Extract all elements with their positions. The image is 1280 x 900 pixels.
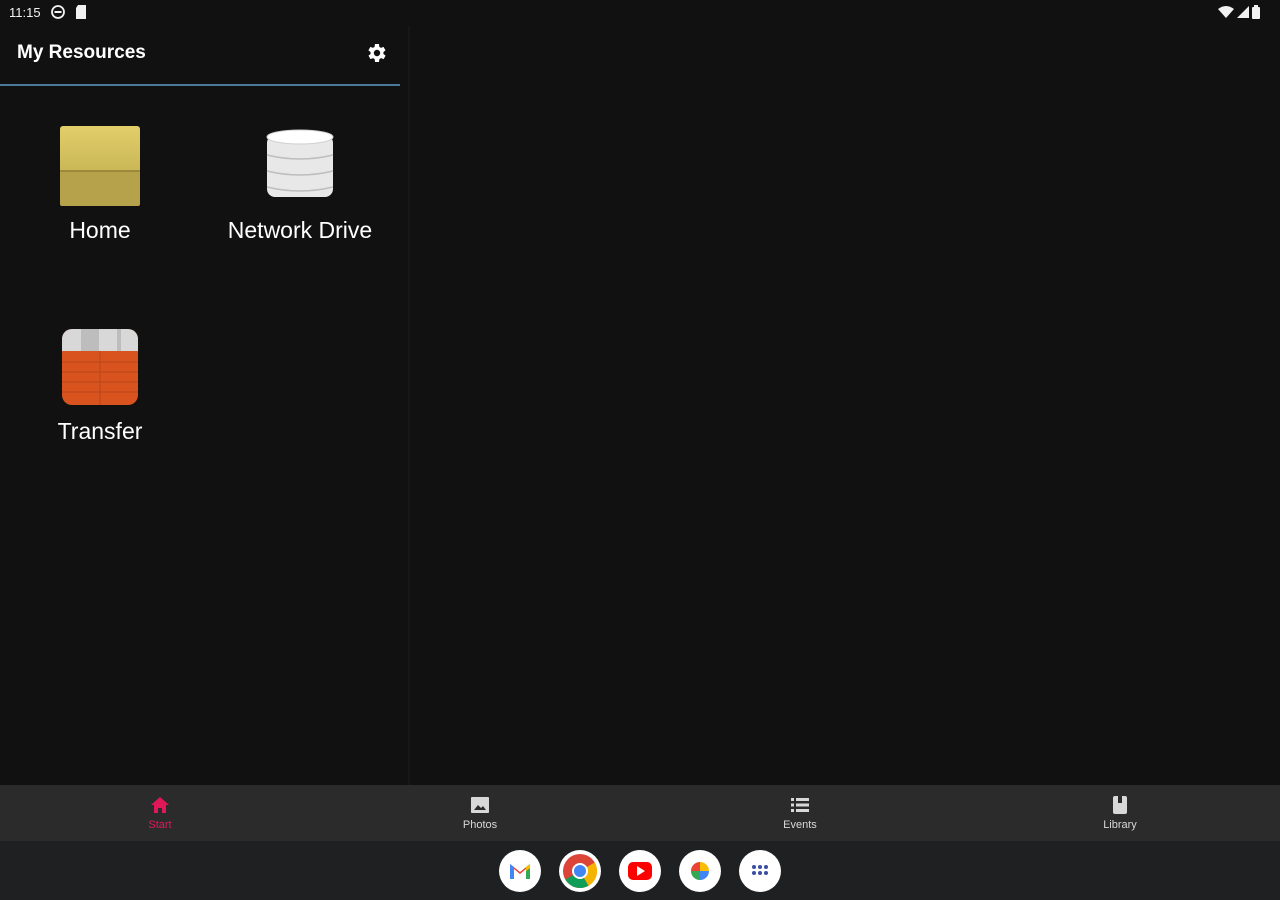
battery-icon (1252, 5, 1260, 19)
resource-network-drive[interactable]: Network Drive (200, 121, 400, 251)
folder-icon (0, 125, 200, 207)
home-icon (151, 797, 169, 813)
status-right (1218, 5, 1260, 19)
list-icon (791, 798, 809, 812)
photos-icon[interactable] (679, 850, 721, 892)
image-icon (471, 797, 489, 813)
resource-label: Transfer (57, 418, 143, 444)
content-panel (410, 26, 1280, 785)
panel-title: My Resources (17, 42, 146, 63)
gmail-icon[interactable] (499, 850, 541, 892)
taskbar (0, 841, 1280, 900)
youtube-icon[interactable] (619, 850, 661, 892)
resources-panel: My Resources Home Network Drive Transfer (0, 26, 408, 785)
app-drawer-icon[interactable] (739, 850, 781, 892)
do-not-disturb-icon (51, 5, 65, 19)
resource-home[interactable]: Home (0, 121, 200, 251)
wifi-icon (1218, 6, 1234, 18)
nav-label: Library (1103, 819, 1137, 831)
transfer-box-icon (0, 328, 200, 406)
resource-label: Home (69, 217, 131, 243)
signal-icon (1237, 6, 1249, 18)
nav-label: Events (783, 819, 817, 831)
nav-item-start[interactable]: Start (0, 785, 320, 841)
bottom-nav: Start Photos Events Library (0, 785, 1280, 841)
chrome-icon[interactable] (559, 850, 601, 892)
book-icon (1113, 796, 1127, 814)
nav-item-events[interactable]: Events (640, 785, 960, 841)
nav-label: Photos (462, 819, 498, 831)
status-time: 11:15 (9, 5, 41, 20)
resource-label: Network Drive (227, 217, 373, 243)
status-bar: 11:15 (0, 0, 1280, 26)
resource-transfer[interactable]: Transfer (0, 324, 200, 454)
database-icon (200, 129, 400, 203)
nav-label: Start (148, 819, 172, 831)
panel-header: My Resources (0, 26, 400, 86)
nav-item-photos[interactable]: Photos (320, 785, 640, 841)
sd-card-icon (76, 5, 86, 19)
nav-item-library[interactable]: Library (960, 785, 1280, 841)
screen: 11:15 My Resources Home Network Drive Tr… (0, 0, 1280, 900)
gear-icon[interactable] (364, 41, 388, 65)
